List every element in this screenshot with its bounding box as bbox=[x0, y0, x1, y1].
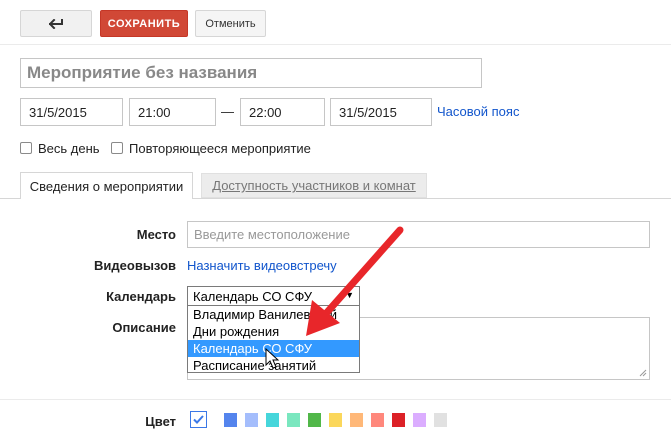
toolbar-divider bbox=[0, 44, 671, 45]
cancel-button[interactable]: Отменить bbox=[195, 10, 266, 37]
calendar-label: Календарь bbox=[106, 289, 176, 304]
color-swatch[interactable] bbox=[371, 413, 384, 427]
dropdown-arrow-icon: ▼ bbox=[345, 290, 354, 300]
calendar-dropdown-list[interactable]: Владимир Ванилевский Дни рождения Календ… bbox=[187, 305, 360, 373]
calendar-option[interactable]: Дни рождения bbox=[188, 323, 359, 340]
description-label: Описание bbox=[112, 320, 176, 335]
event-title-input[interactable]: Мероприятие без названия bbox=[20, 58, 482, 88]
end-time-input[interactable]: 22:00 bbox=[240, 98, 325, 126]
tab-event-details[interactable]: Сведения о мероприятии bbox=[20, 172, 193, 199]
calendar-option[interactable]: Расписание занятий bbox=[188, 357, 359, 374]
video-call-label: Видеовызов bbox=[94, 258, 176, 273]
color-divider bbox=[0, 399, 671, 400]
color-swatch[interactable] bbox=[287, 413, 300, 427]
start-date-input[interactable]: 31/5/2015 bbox=[20, 98, 123, 126]
location-label: Место bbox=[136, 227, 176, 242]
color-swatch[interactable] bbox=[350, 413, 363, 427]
color-swatch[interactable] bbox=[392, 413, 405, 427]
all-day-checkbox[interactable] bbox=[20, 142, 32, 154]
resize-handle-icon[interactable] bbox=[639, 369, 647, 377]
end-date-input[interactable]: 31/5/2015 bbox=[330, 98, 432, 126]
calendar-option-selected[interactable]: Календарь СО СФУ bbox=[188, 340, 359, 357]
time-range-dash: — bbox=[221, 104, 234, 119]
back-arrow-icon bbox=[49, 18, 63, 29]
color-swatch[interactable] bbox=[434, 413, 447, 427]
repeat-checkbox[interactable] bbox=[111, 142, 123, 154]
color-swatch[interactable] bbox=[329, 413, 342, 427]
color-swatch[interactable] bbox=[308, 413, 321, 427]
calendar-option[interactable]: Владимир Ванилевский bbox=[188, 306, 359, 323]
calendar-select[interactable]: Календарь СО СФУ ▼ bbox=[187, 286, 360, 306]
schedule-video-link[interactable]: Назначить видеовстречу bbox=[187, 258, 337, 273]
save-button[interactable]: СОХРАНИТЬ bbox=[100, 10, 188, 37]
back-button[interactable] bbox=[20, 10, 92, 37]
location-input[interactable]: Введите местоположение bbox=[187, 221, 650, 248]
color-swatch[interactable] bbox=[224, 413, 237, 427]
tab-availability[interactable]: Доступность участников и комнат bbox=[201, 173, 427, 198]
color-swatch[interactable] bbox=[245, 413, 258, 427]
color-swatch[interactable] bbox=[413, 413, 426, 427]
calendar-selected-value: Календарь СО СФУ bbox=[193, 288, 312, 304]
timezone-link[interactable]: Часовой пояс bbox=[437, 104, 519, 119]
start-time-input[interactable]: 21:00 bbox=[129, 98, 216, 126]
color-label: Цвет bbox=[145, 414, 176, 429]
repeat-label: Повторяющееся мероприятие bbox=[129, 141, 311, 156]
default-color-swatch[interactable] bbox=[190, 411, 207, 428]
color-swatch[interactable] bbox=[266, 413, 279, 427]
all-day-label: Весь день bbox=[38, 141, 100, 156]
checkmark-icon bbox=[193, 415, 204, 424]
